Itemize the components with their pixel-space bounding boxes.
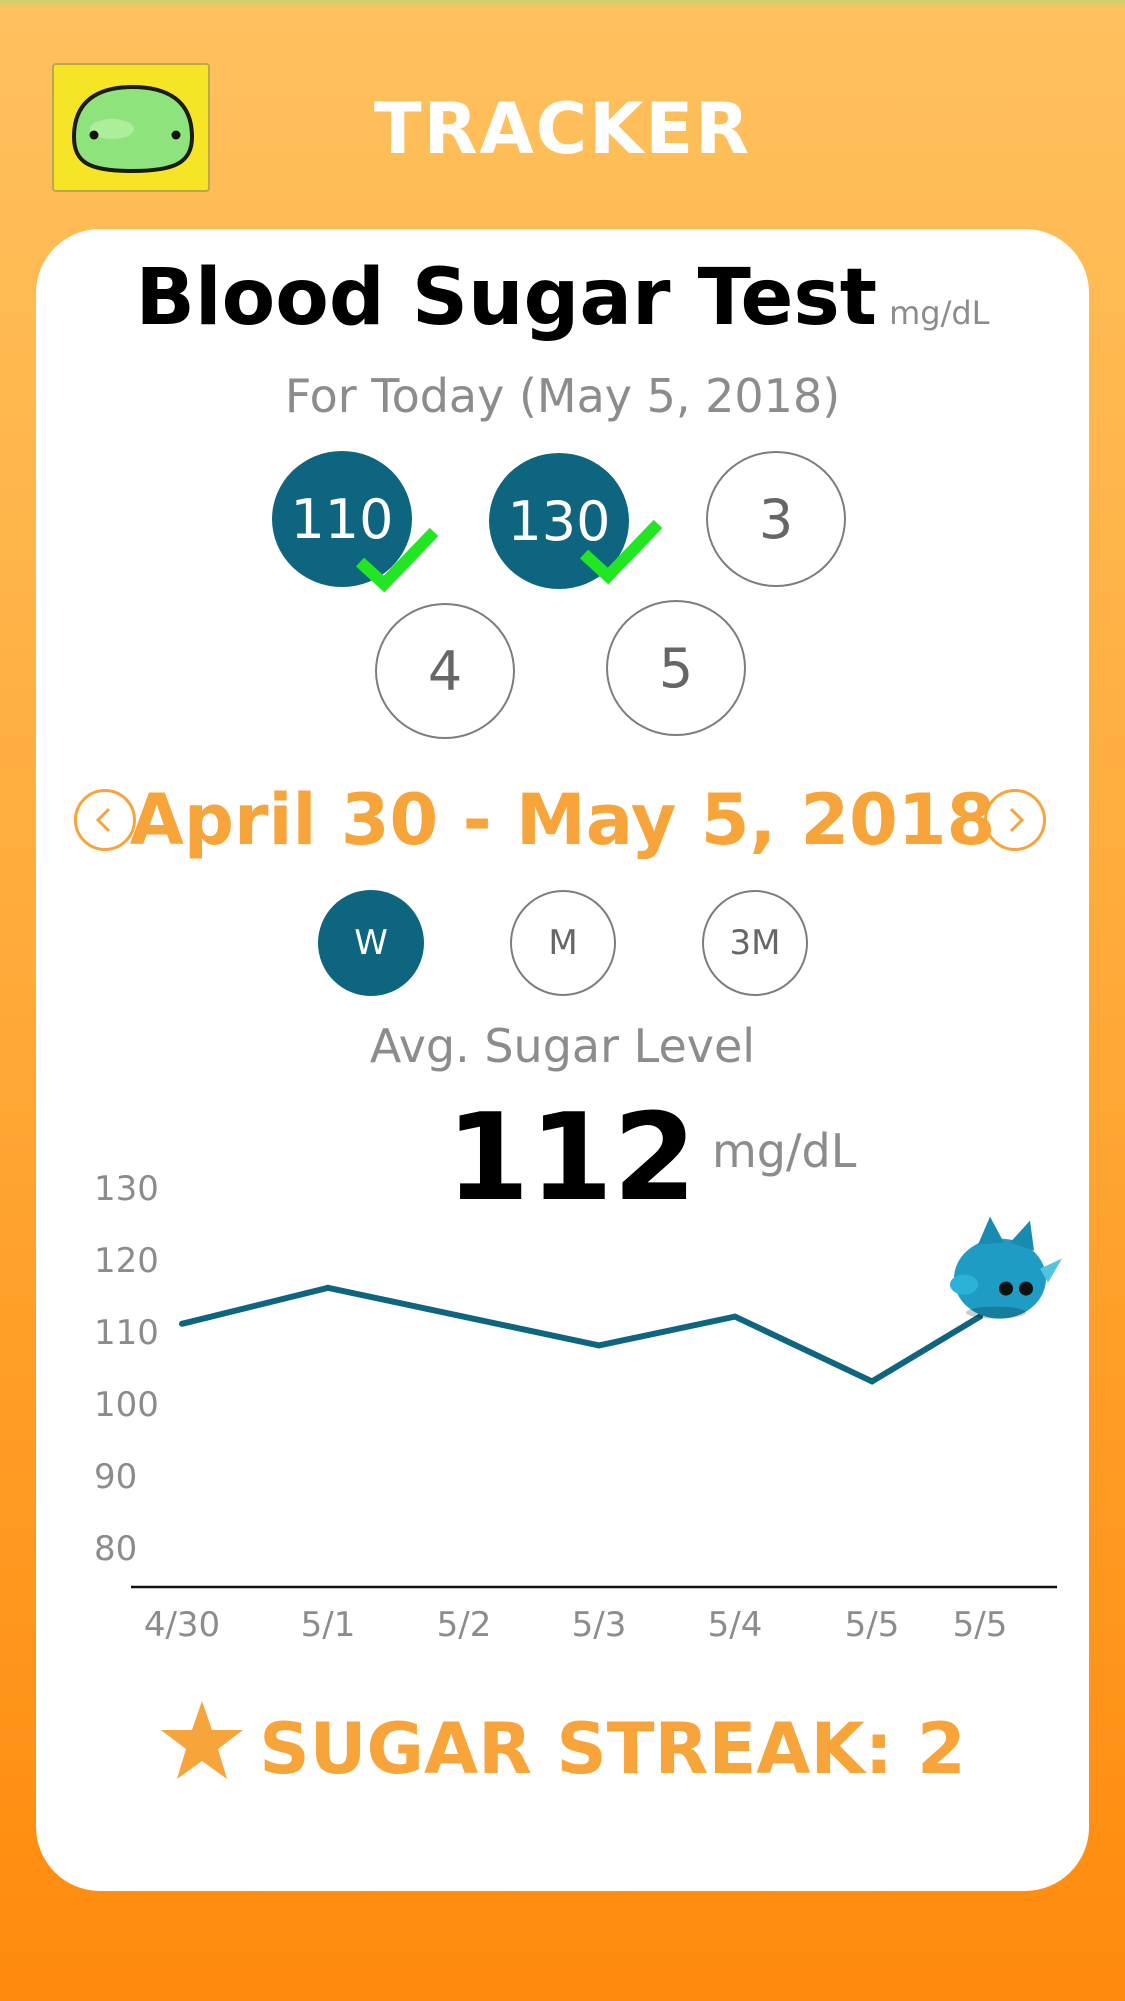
mascot-part: [950, 1274, 978, 1295]
y-tick-label: 110: [94, 1313, 159, 1353]
series-line: [181, 1284, 982, 1385]
y-tick-label: 90: [94, 1457, 137, 1497]
x-tick-label: 5/5: [845, 1605, 900, 1645]
blue-bird-mascot-icon: [950, 1216, 1062, 1319]
star-icon: [161, 1701, 244, 1779]
sugar-streak: SUGAR STREAK: 2: [36, 1699, 1089, 1790]
y-tick-label: 130: [94, 1169, 159, 1209]
mascot-part: [999, 1281, 1013, 1296]
y-tick-label: 80: [94, 1529, 137, 1569]
data-point: [325, 1284, 331, 1291]
x-tick-label: 4/30: [144, 1605, 220, 1645]
x-tick-label: 5/1: [301, 1605, 356, 1645]
x-tick-label: 5/2: [437, 1605, 492, 1645]
mascot-part: [978, 1216, 1004, 1245]
sugar-streak-label: SUGAR STREAK: 2: [259, 1708, 966, 1790]
data-point: [179, 1320, 185, 1327]
blood-sugar-card: Blood Sugar Test mg/dL For Today (May 5, …: [36, 229, 1089, 1891]
top-border: [0, 0, 1125, 6]
mascot-part: [1019, 1281, 1033, 1296]
mascot-part: [966, 1306, 1026, 1319]
y-tick-label: 100: [94, 1385, 159, 1425]
app-title: TRACKER: [373, 88, 752, 170]
data-point: [596, 1342, 602, 1349]
x-tick-label: 5/4: [708, 1605, 763, 1645]
data-point: [869, 1378, 875, 1385]
x-tick-label: 5/5: [953, 1605, 1008, 1645]
y-tick-label: 120: [94, 1241, 159, 1281]
data-point: [732, 1313, 738, 1320]
x-tick-label: 5/3: [572, 1605, 627, 1645]
sugar-line-chart: 80 90 100 110 120 130 4/30 5/1 5/2 5/3 5/4 5/5 5/5: [94, 1169, 1062, 1645]
